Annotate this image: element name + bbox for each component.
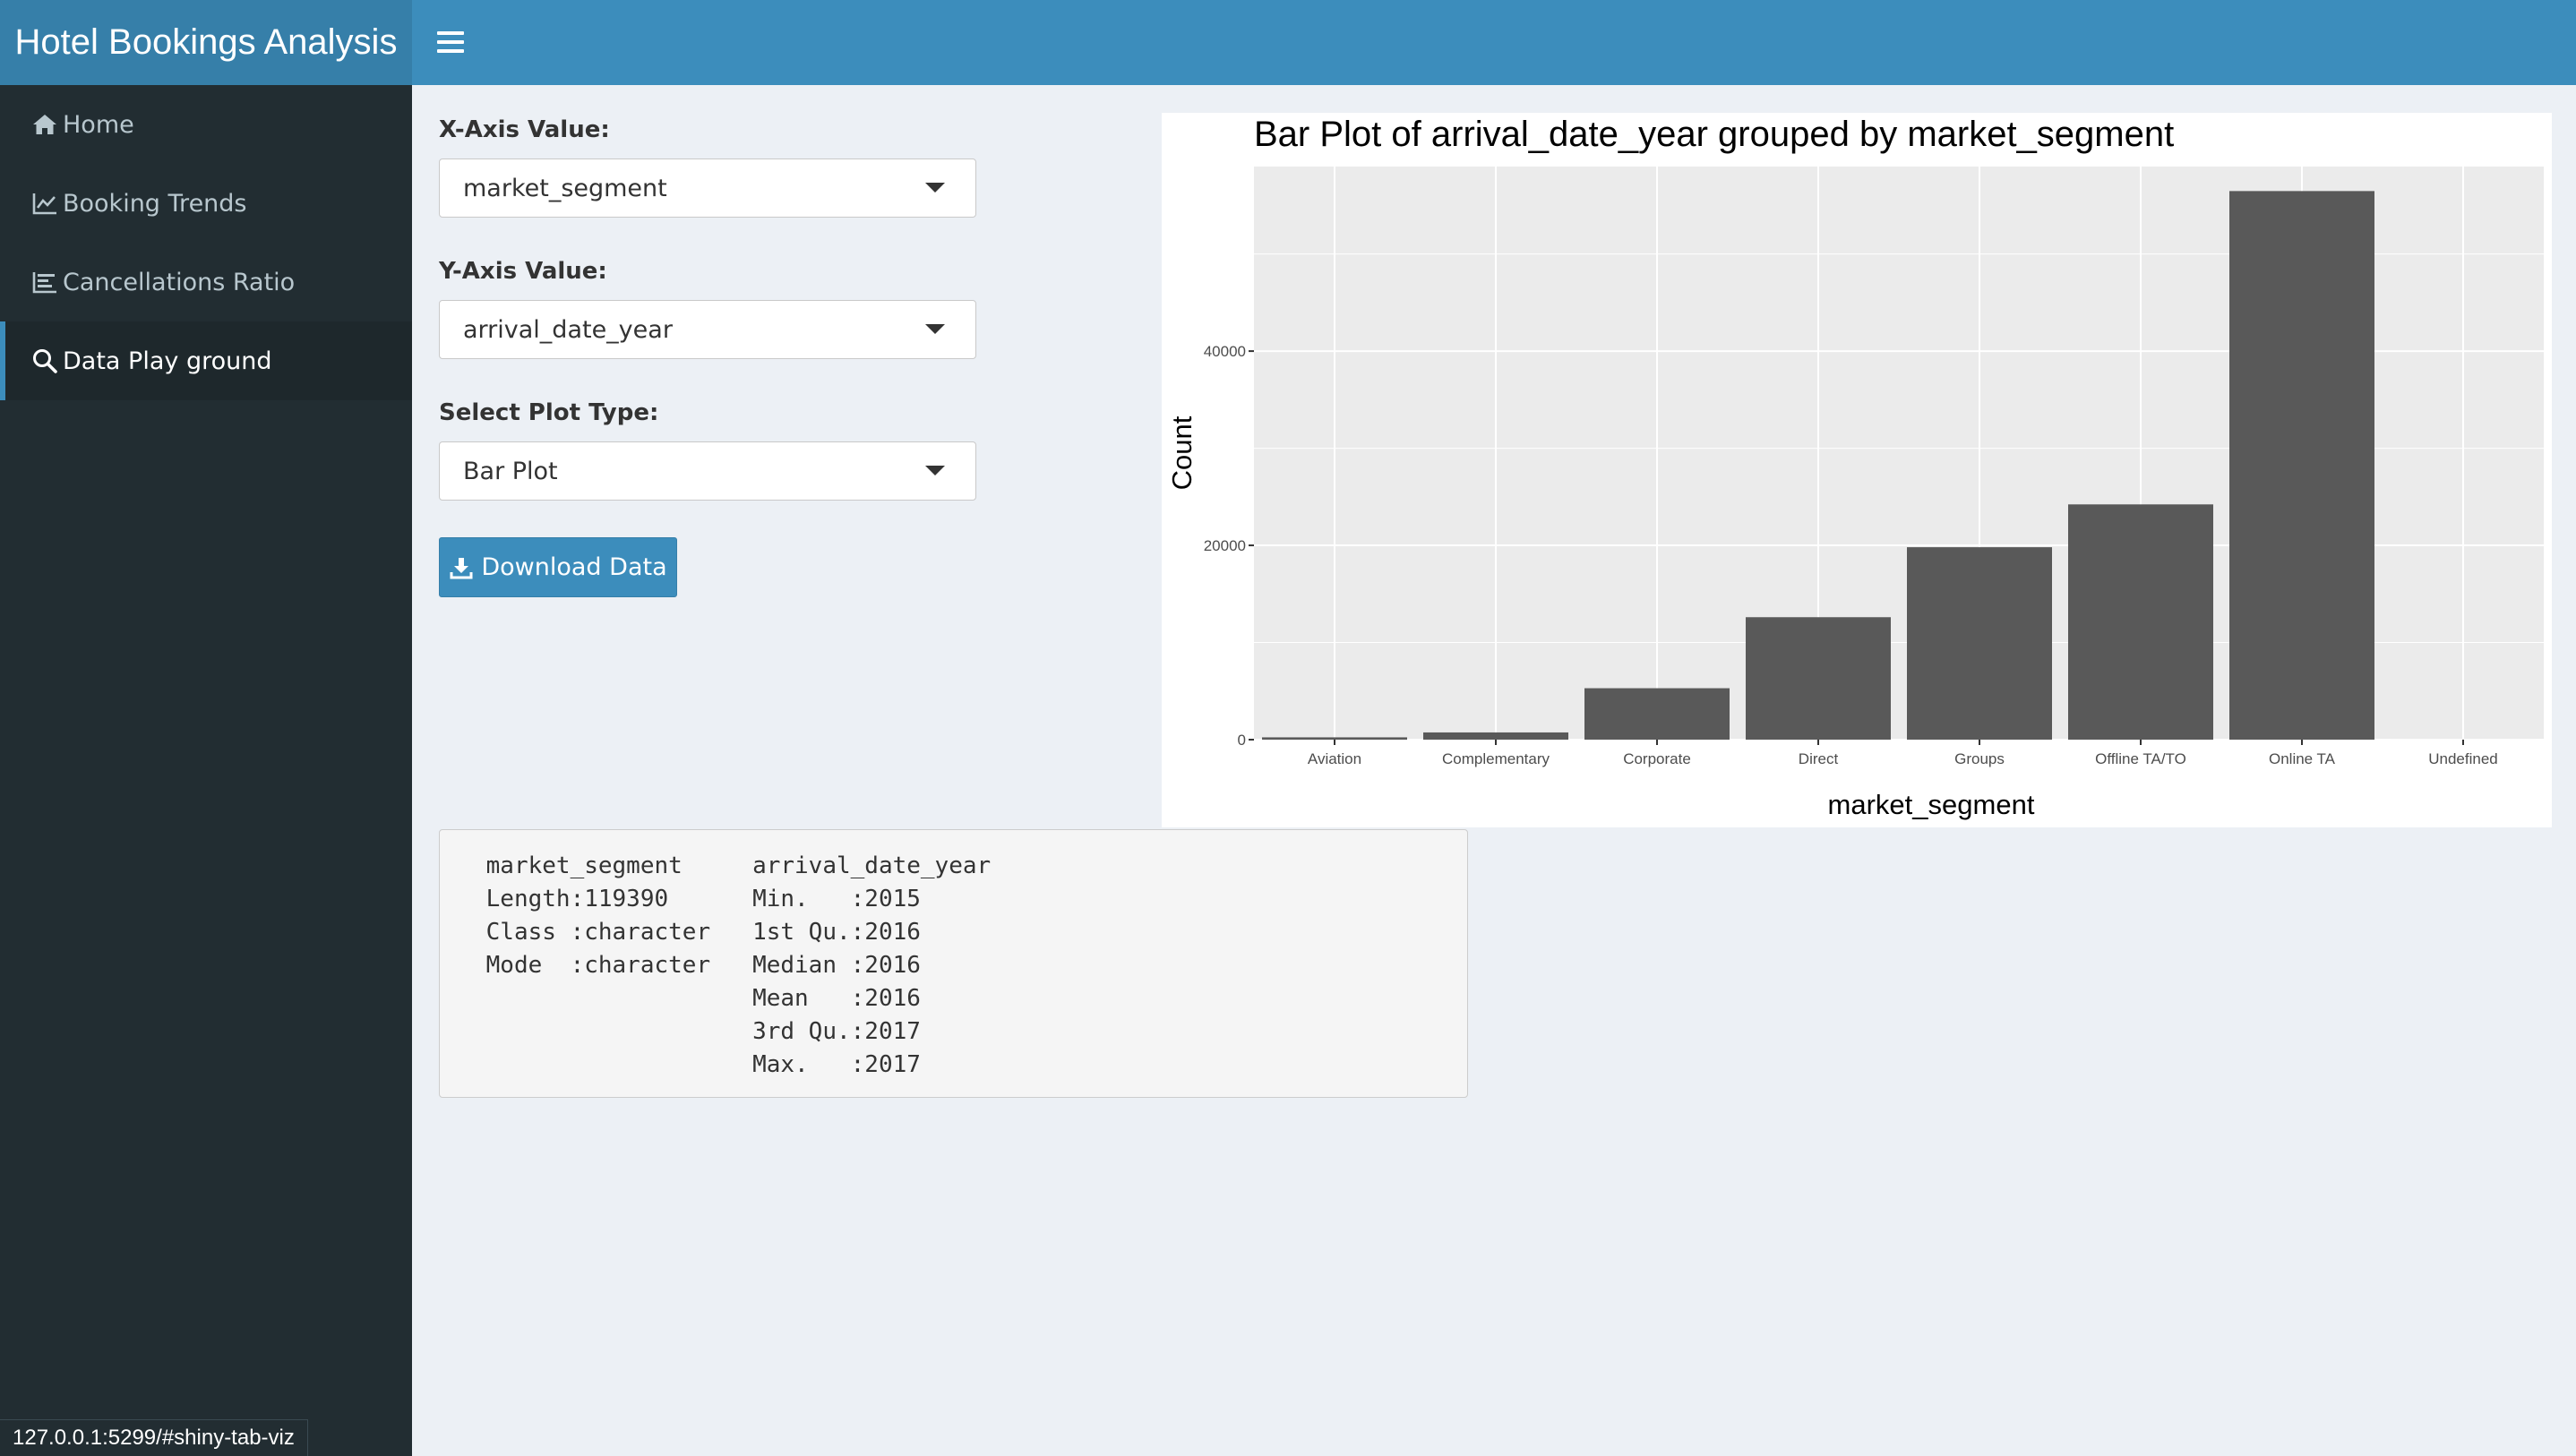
search-icon [33, 349, 57, 373]
summary-output: market_segment arrival_date_year Length:… [439, 829, 1468, 1098]
app-title[interactable]: Hotel Bookings Analysis [0, 0, 412, 85]
sidebar-item-home[interactable]: Home [0, 85, 412, 164]
summary-line: Class :character 1st Qu.:2016 [472, 919, 992, 946]
home-icon [33, 115, 56, 134]
x-tick-label: Offline TA/TO [2095, 750, 2186, 767]
x-axis-selected-value: market_segment [463, 174, 667, 202]
x-axis-label: X-Axis Value: [439, 116, 610, 143]
bar-direct [1746, 617, 1891, 740]
y-tick-label: 0 [1238, 732, 1246, 749]
x-tick-label: Groups [1954, 750, 2005, 767]
x-tick-label: Undefined [2428, 750, 2498, 767]
summary-line: Mean :2016 [472, 985, 992, 1012]
top-navbar [412, 0, 2576, 85]
y-axis-title: Count [1166, 415, 1198, 490]
plot-type-selected-value: Bar Plot [463, 457, 558, 485]
bar-complementary [1423, 732, 1568, 740]
y-tick-label: 20000 [1204, 537, 1246, 554]
bar-online-ta [2229, 191, 2374, 740]
y-tick-label: 40000 [1204, 343, 1246, 360]
bar-aviation [1262, 737, 1407, 740]
x-tick-label: Complementary [1442, 750, 1550, 767]
sidebar-item-label: Booking Trends [63, 189, 247, 218]
x-axis-title: market_segment [1828, 789, 2035, 820]
summary-text: market_segment arrival_date_year Length:… [472, 850, 1435, 1082]
sidebar-item-booking-trends[interactable]: Booking Trends [0, 164, 412, 243]
bar-offline-ta-to [2068, 504, 2213, 740]
sidebar-item-label: Cancellations Ratio [63, 268, 296, 296]
sidebar-item-label: Data Play ground [63, 347, 272, 375]
sidebar: Home Booking Trends Cancellations Ratio … [0, 85, 412, 1456]
sidebar-item-label: Home [63, 110, 134, 139]
plot-type-select[interactable]: Bar Plot [439, 441, 976, 501]
x-tick-label: Direct [1799, 750, 1839, 767]
plot-type-label: Select Plot Type: [439, 399, 659, 426]
y-axis-selected-value: arrival_date_year [463, 315, 673, 344]
x-tick-label: Online TA [2269, 750, 2336, 767]
y-axis-select[interactable]: arrival_date_year [439, 300, 976, 359]
bar-corporate [1584, 688, 1730, 740]
chevron-down-icon [925, 324, 945, 334]
sidebar-toggle-icon[interactable] [437, 27, 464, 57]
summary-line: Length:119390 Min. :2015 [472, 886, 992, 912]
bar-chart-svg: Bar Plot of arrival_date_year grouped by… [1166, 115, 2544, 820]
sidebar-item-data-play-ground[interactable]: Data Play ground [0, 321, 412, 400]
summary-line: Mode :character Median :2016 [472, 952, 992, 979]
x-axis-select[interactable]: market_segment [439, 158, 976, 218]
x-tick-label: Aviation [1308, 750, 1361, 767]
bar-groups [1907, 547, 2052, 740]
bar-chart-icon [32, 272, 56, 294]
chevron-down-icon [925, 183, 945, 193]
y-axis-label: Y-Axis Value: [439, 258, 607, 285]
line-chart-icon [32, 193, 56, 215]
summary-line: market_segment arrival_date_year [472, 852, 992, 879]
summary-line: 3rd Qu.:2017 [472, 1018, 992, 1045]
chart-title: Bar Plot of arrival_date_year grouped by… [1254, 115, 2174, 154]
summary-line: Max. :2017 [472, 1051, 992, 1078]
bar-plot: Bar Plot of arrival_date_year grouped by… [1162, 113, 2552, 827]
download-icon [450, 557, 473, 578]
download-button-label: Download Data [481, 553, 667, 581]
status-url: 127.0.0.1:5299/#shiny-tab-viz [0, 1419, 308, 1456]
download-data-button[interactable]: Download Data [439, 537, 677, 597]
chevron-down-icon [925, 466, 945, 475]
x-tick-label: Corporate [1623, 750, 1691, 767]
sidebar-item-cancellations-ratio[interactable]: Cancellations Ratio [0, 243, 412, 321]
